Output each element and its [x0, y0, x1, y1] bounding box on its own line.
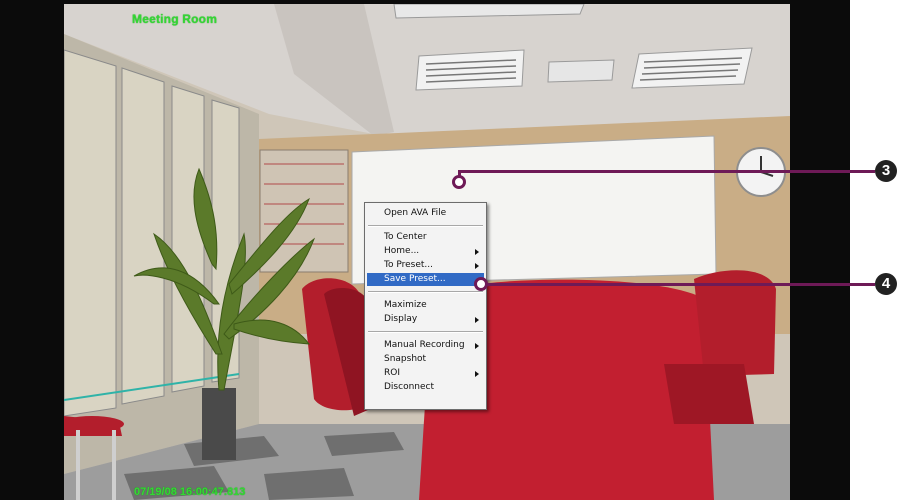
context-menu[interactable]: Open AVA File To Center Home... To Prese… [364, 202, 487, 410]
timestamp-overlay: 07/19/08 16:00:47.813 [134, 486, 246, 498]
callout-3-leader-line [461, 170, 875, 173]
menu-item-maximize[interactable]: Maximize [367, 299, 484, 312]
menu-item-label: Maximize [384, 300, 427, 310]
menu-item-disconnect[interactable]: Disconnect [367, 381, 484, 394]
menu-item-label: Save Preset... [384, 274, 446, 284]
menu-item-label: Display [384, 314, 418, 324]
menu-item-label: Snapshot [384, 354, 427, 364]
callout-4-anchor-dot [474, 277, 488, 291]
menu-item-roi[interactable]: ROI [367, 367, 484, 380]
submenu-arrow-icon [475, 317, 479, 323]
menu-item-to-center[interactable]: To Center [367, 231, 484, 244]
menu-separator [368, 225, 483, 227]
menu-item-label: To Center [384, 232, 427, 242]
menu-item-save-preset[interactable]: Save Preset... [367, 273, 484, 286]
menu-item-label: To Preset... [384, 260, 433, 270]
menu-separator [368, 291, 483, 293]
callout-3-badge: 3 [875, 160, 897, 182]
camera-name-label: Meeting Room [132, 12, 218, 26]
menu-item-label: Home... [384, 246, 420, 256]
menu-item-display[interactable]: Display [367, 313, 484, 326]
menu-item-home[interactable]: Home... [367, 245, 484, 258]
submenu-arrow-icon [475, 263, 479, 269]
menu-item-label: Manual Recording [384, 340, 465, 350]
menu-item-label: Disconnect [384, 382, 434, 392]
submenu-arrow-icon [475, 343, 479, 349]
callout-4-leader-line [485, 283, 875, 286]
menu-item-open-ava-file[interactable]: Open AVA File [367, 207, 484, 220]
submenu-arrow-icon [475, 371, 479, 377]
submenu-arrow-icon [475, 249, 479, 255]
menu-item-label: Open AVA File [384, 208, 447, 218]
menu-item-to-preset[interactable]: To Preset... [367, 259, 484, 272]
menu-item-manual-recording[interactable]: Manual Recording [367, 339, 484, 352]
menu-separator [368, 331, 483, 333]
callout-4-badge: 4 [875, 273, 897, 295]
menu-item-snapshot[interactable]: Snapshot [367, 353, 484, 366]
menu-item-label: ROI [384, 368, 400, 378]
callout-3-leader-drop [458, 170, 461, 178]
